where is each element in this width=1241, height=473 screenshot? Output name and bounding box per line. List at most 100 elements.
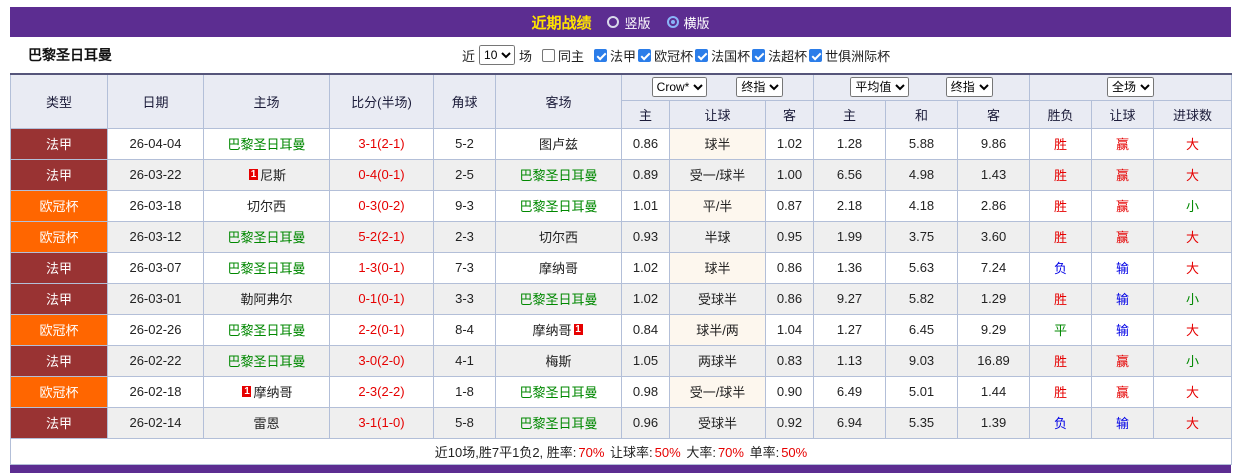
league-filter[interactable]: 法国杯 (695, 46, 750, 65)
checkbox-checked-icon[interactable] (638, 48, 652, 62)
odds-stage-select[interactable]: 终指 (736, 77, 784, 98)
handicap-result-cell: 输 (1091, 251, 1155, 284)
score-cell: 3-0(2-0) (329, 344, 434, 377)
red-card-badge: 1 (248, 169, 258, 180)
header-result: 胜负 (1029, 99, 1093, 129)
league-cell: 法甲 (10, 344, 108, 377)
checkbox-checked-icon[interactable] (809, 48, 823, 62)
radio-option-vertical[interactable]: 竖版 (607, 13, 651, 32)
goals-result-cell: 小 (1153, 344, 1233, 377)
header-date: 日期 (107, 73, 204, 129)
team-name-text: 巴黎圣日耳曼 (519, 416, 598, 431)
odds-home-cell: 0.98 (621, 375, 670, 408)
league-filter[interactable]: 法超杯 (752, 46, 807, 65)
avg-home-cell: 2.18 (813, 189, 887, 222)
team-name-text: 巴黎圣日耳曼 (227, 261, 306, 276)
checkbox-unchecked-icon[interactable] (542, 48, 556, 62)
league-cell: 欧冠杯 (10, 189, 108, 222)
summary-segment: 近10场,胜7平1负2, 胜率: (434, 444, 577, 460)
avg-home-cell: 1.28 (813, 127, 887, 160)
league-filter[interactable]: 欧冠杯 (638, 46, 693, 65)
checkbox-checked-icon[interactable] (752, 48, 766, 62)
header-goals: 进球数 (1153, 99, 1233, 129)
header-odds-home: 主 (621, 99, 670, 129)
league-filter[interactable]: 法甲 (594, 46, 636, 65)
avg-away-cell: 9.29 (957, 313, 1031, 346)
scope-select-cell: 全场 (1029, 73, 1233, 101)
team-name: 巴黎圣日耳曼 (28, 47, 112, 63)
team-wrap: 1 摩纳哥 (240, 382, 293, 401)
corner-cell: 3-3 (433, 282, 496, 315)
league-filter-label: 法超杯 (768, 48, 808, 64)
odds-handicap-cell: 球半 (669, 127, 766, 160)
summary-text: 近10场,胜7平1负2, 胜率: 70% 让球率: 50% 大率: 70% 单率: 50… (9, 437, 1233, 465)
avg-home-cell: 1.27 (813, 313, 887, 346)
corner-cell: 2-3 (433, 220, 496, 253)
checkbox-checked-icon[interactable] (695, 48, 709, 62)
team-wrap: 切尔西 (247, 196, 286, 215)
result-cell: 胜 (1029, 189, 1093, 222)
avg-away-cell: 1.39 (957, 406, 1031, 439)
avg-away-cell: 1.43 (957, 158, 1031, 191)
table-row: 欧冠杯 26-03-12 巴黎圣日耳曼 5-2(2-1) 2-3 切尔西 0.93 半球 0.9… (10, 220, 1233, 253)
avg-selects-cell: 平均值 终指 (813, 73, 1031, 101)
handicap-result-cell: 输 (1091, 406, 1155, 439)
home-team-cell: 巴黎圣日耳曼 (203, 220, 330, 253)
avg-home-cell: 6.94 (813, 406, 887, 439)
date-cell: 26-02-26 (107, 313, 204, 346)
score-cell: 5-2(2-1) (329, 220, 434, 253)
result-cell: 平 (1029, 313, 1093, 346)
odds-selects-cell: Crow* 终指 (620, 73, 815, 101)
league-filter-label: 欧冠杯 (654, 48, 694, 64)
team-wrap: 图卢兹 (539, 134, 578, 153)
result-cell: 负 (1029, 251, 1093, 284)
filters: 近 10 场 同主 法甲 欧冠杯 法国杯 法超杯 世俱洲际杯 (462, 45, 890, 65)
odds-away-cell: 1.02 (764, 127, 815, 160)
away-team-cell: 巴黎圣日耳曼 (495, 158, 622, 191)
same-home-filter[interactable]: 同主 (542, 46, 584, 65)
summary-segment: 70% (717, 444, 744, 460)
home-team-cell: 巴黎圣日耳曼 (203, 127, 330, 160)
radio-checked-icon[interactable] (666, 16, 679, 28)
away-team-cell: 切尔西 (495, 220, 622, 253)
table-row: 法甲 26-03-01 勒阿弗尔 0-1(0-1) 3-3 巴黎圣日耳曼 1.02 受球半 0.… (10, 282, 1233, 315)
team-name-text: 雷恩 (253, 416, 280, 431)
team-wrap: 雷恩 (253, 413, 279, 432)
team-name-text: 巴黎圣日耳曼 (519, 385, 598, 400)
handicap-result-cell: 赢 (1091, 375, 1155, 408)
avg-type-select[interactable]: 平均值 (850, 77, 910, 98)
odds-away-cell: 0.90 (764, 375, 815, 408)
odds-company-select[interactable]: Crow* (651, 77, 707, 98)
score-cell: 3-1(2-1) (329, 127, 434, 160)
radio-option-horizontal[interactable]: 横版 (666, 13, 710, 32)
scope-select[interactable]: 全场 (1107, 77, 1155, 98)
radio-unchecked-icon[interactable] (607, 16, 620, 28)
team-wrap: 摩纳哥 (539, 258, 578, 277)
avg-away-cell: 3.60 (957, 220, 1031, 253)
header-avg-away: 客 (957, 99, 1031, 129)
corner-cell: 2-5 (433, 158, 496, 191)
team-name-text: 巴黎圣日耳曼 (519, 292, 598, 307)
date-cell: 26-02-18 (107, 375, 204, 408)
table-row: 法甲 26-03-07 巴黎圣日耳曼 1-3(0-1) 7-3 摩纳哥 1.02 球半 0.86… (10, 251, 1233, 284)
handicap-result-cell: 输 (1091, 313, 1155, 346)
team-wrap: 巴黎圣日耳曼 (519, 165, 597, 184)
avg-draw-cell: 5.82 (885, 282, 959, 315)
home-team-cell: 切尔西 (203, 189, 330, 222)
header-odds-away: 客 (764, 99, 815, 129)
avg-away-cell: 16.89 (957, 344, 1031, 377)
away-team-cell: 巴黎圣日耳曼 (495, 375, 622, 408)
result-cell: 胜 (1029, 220, 1093, 253)
handicap-result-cell: 赢 (1091, 127, 1155, 160)
summary-segment: 单率: (745, 444, 780, 460)
odds-home-cell: 1.02 (621, 251, 670, 284)
avg-stage-select[interactable]: 终指 (945, 77, 993, 98)
date-cell: 26-03-07 (107, 251, 204, 284)
league-filter[interactable]: 世俱洲际杯 (809, 46, 890, 65)
checkbox-checked-icon[interactable] (594, 48, 608, 62)
avg-home-cell: 9.27 (813, 282, 887, 315)
handicap-result-cell: 赢 (1091, 189, 1155, 222)
table-row: 法甲 26-02-22 巴黎圣日耳曼 3-0(2-0) 4-1 梅斯 1.05 两球半 0.83… (10, 344, 1233, 377)
header-odds-handicap: 让球 (669, 99, 766, 129)
match-count-select[interactable]: 10 (479, 45, 516, 65)
